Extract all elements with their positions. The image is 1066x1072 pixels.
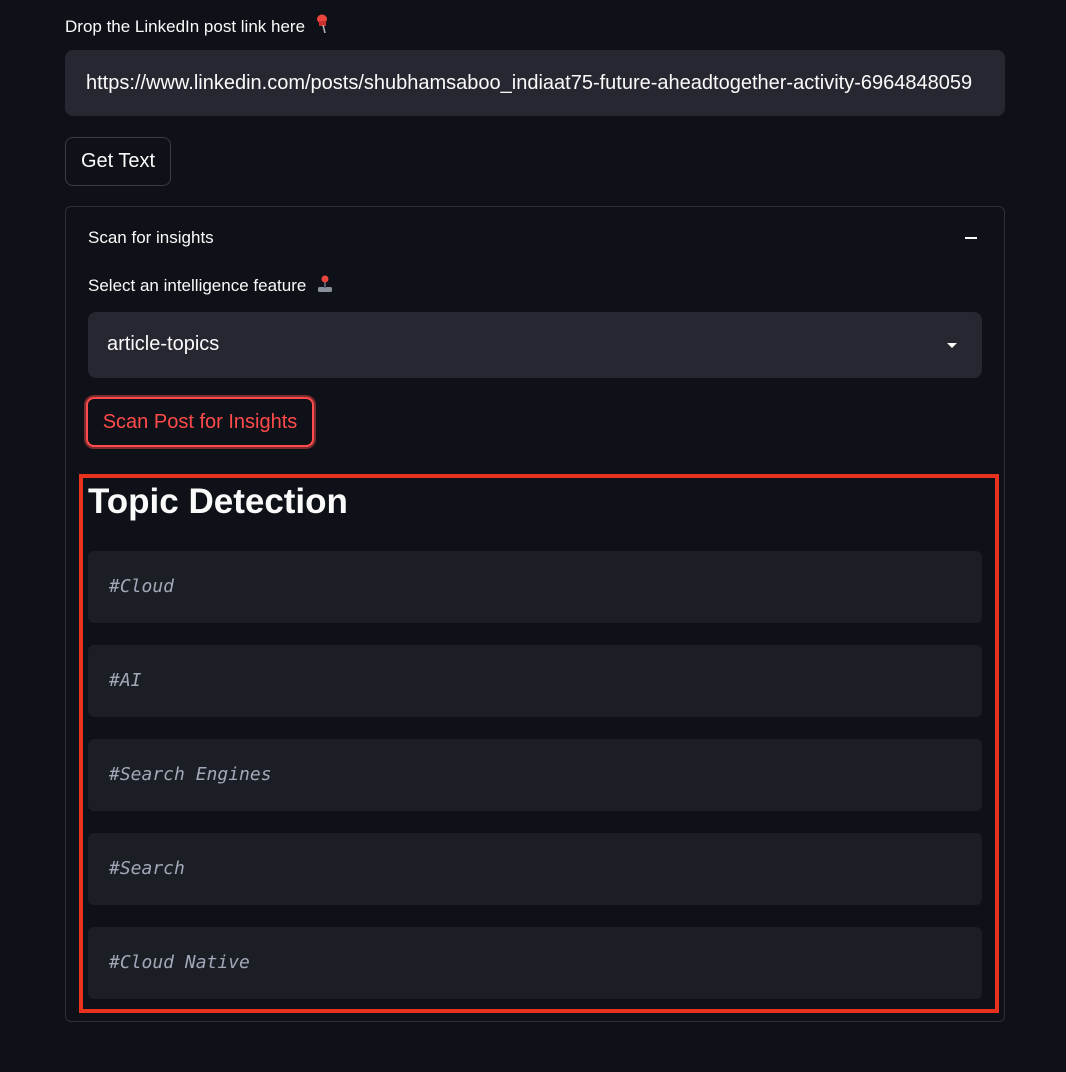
topic-text: #Search xyxy=(109,858,185,879)
feature-select-label: Select an intelligence feature xyxy=(88,275,333,298)
topic-text: #Search Engines xyxy=(109,764,272,785)
topic-text: #AI xyxy=(109,670,142,691)
topic-item: #Cloud xyxy=(88,551,982,623)
joystick-icon xyxy=(317,275,333,298)
selected-feature-value: article-topics xyxy=(107,333,220,355)
chevron-down-icon[interactable] xyxy=(947,343,957,348)
expander-title: Scan for insights xyxy=(88,228,214,247)
url-label-text: Drop the LinkedIn post link here xyxy=(65,17,306,36)
topic-text: #Cloud xyxy=(109,576,175,597)
minus-icon[interactable] xyxy=(965,237,977,239)
pushpin-icon xyxy=(316,14,330,39)
topic-detection-heading: Topic Detection xyxy=(88,482,348,521)
topic-item: #Cloud Native xyxy=(88,927,982,999)
intelligence-feature-select[interactable]: article-topics xyxy=(88,312,982,378)
expander-header[interactable]: Scan for insights xyxy=(66,207,1004,269)
scan-post-button[interactable]: Scan Post for Insights xyxy=(86,397,314,447)
topic-text: #Cloud Native xyxy=(109,952,250,973)
topic-item: #Search xyxy=(88,833,982,905)
topic-item: #AI xyxy=(88,645,982,717)
feature-select-label-text: Select an intelligence feature xyxy=(88,276,307,295)
get-text-button[interactable]: Get Text xyxy=(65,137,171,186)
topic-item: #Search Engines xyxy=(88,739,982,811)
url-label: Drop the LinkedIn post link here xyxy=(65,14,330,39)
scan-for-insights-expander: Scan for insights Select an intelligence… xyxy=(65,206,1005,1022)
linkedin-url-input[interactable] xyxy=(65,50,1005,116)
